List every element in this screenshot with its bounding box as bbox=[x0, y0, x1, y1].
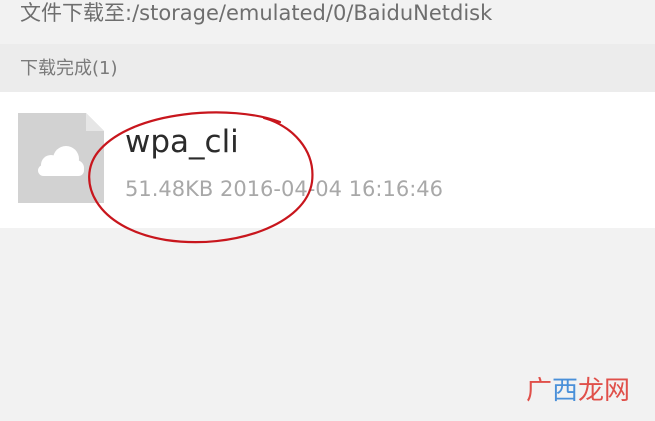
download-path-bar: 文件下载至:/storage/emulated/0/BaiduNetdisk bbox=[0, 0, 655, 38]
watermark-part-2: 西 bbox=[552, 376, 579, 406]
watermark-part-1: 广 bbox=[526, 376, 553, 406]
section-header-completed: 下载完成(1) bbox=[0, 44, 655, 92]
red-ellipse-annotation bbox=[88, 111, 314, 244]
watermark-part-3: 龙网 bbox=[578, 376, 631, 406]
download-path-text: 文件下载至:/storage/emulated/0/BaiduNetdisk bbox=[20, 1, 493, 25]
download-page: 文件下载至:/storage/emulated/0/BaiduNetdisk 下… bbox=[0, 0, 655, 421]
section-title: 下载完成(1) bbox=[20, 58, 118, 79]
site-watermark: 广西龙网 bbox=[526, 376, 630, 406]
